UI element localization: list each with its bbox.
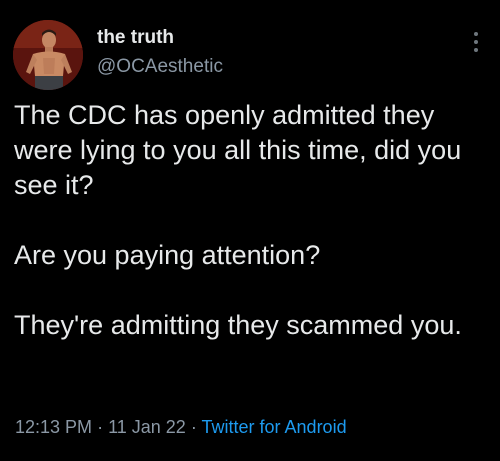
tweet-source-link[interactable]: Twitter for Android — [202, 417, 347, 437]
more-dot — [474, 40, 478, 44]
more-dot — [474, 48, 478, 52]
tweet-paragraph: They're admitting they scammed you. — [14, 310, 462, 340]
meta-separator: · — [97, 417, 104, 437]
tweet: the truth @OCAesthetic The CDC has openl… — [0, 0, 500, 461]
more-dot — [474, 32, 478, 36]
more-options-icon[interactable] — [465, 28, 487, 56]
tweet-paragraph: Are you paying attention? — [14, 240, 321, 270]
tweet-date[interactable]: 11 Jan 22 — [108, 417, 186, 437]
tweet-metadata: 12:13 PM · 11 Jan 22 · Twitter for Andro… — [15, 417, 347, 438]
tweet-time[interactable]: 12:13 PM — [15, 417, 92, 437]
tweet-paragraph: The CDC has openly admitted they were ly… — [14, 100, 462, 200]
avatar[interactable] — [13, 20, 83, 90]
meta-separator: · — [190, 417, 197, 437]
avatar-image — [13, 20, 83, 90]
tweet-text: The CDC has openly admitted they were ly… — [14, 98, 484, 343]
display-name[interactable]: the truth — [97, 27, 174, 49]
user-handle[interactable]: @OCAesthetic — [97, 56, 223, 78]
